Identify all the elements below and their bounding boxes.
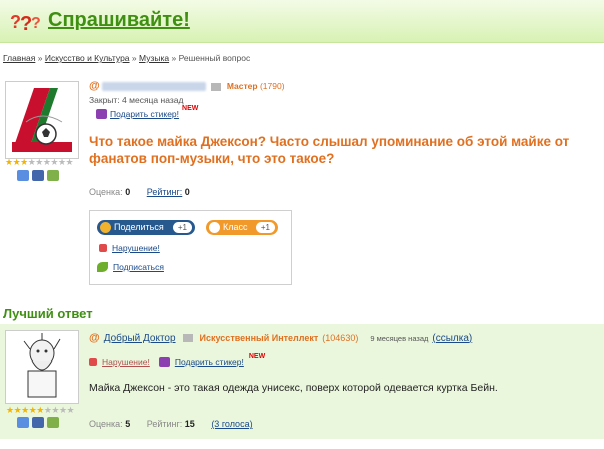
question-author-avatar[interactable] — [5, 81, 79, 159]
question-author-name[interactable] — [102, 82, 207, 92]
question-closed-time: Закрыт: 4 месяца назад — [89, 95, 184, 105]
question-author-line: @ Мастер (1790) — [89, 80, 285, 92]
share-count: +1 — [172, 222, 192, 233]
camera-icon[interactable] — [32, 417, 44, 428]
camera-icon[interactable] — [32, 170, 44, 181]
answer-date: 9 месяцев назад — [370, 333, 429, 343]
breadcrumb-home[interactable]: Главная — [3, 53, 35, 63]
svg-text:?: ? — [31, 15, 41, 32]
best-answer-text: Майка Джексон - это такая одежда унисекс… — [89, 382, 498, 394]
question-marks-icon[interactable]: ? ? ? — [10, 8, 42, 34]
answer-author-stars: ★★★★★★★★★ — [6, 405, 75, 415]
users-icon[interactable] — [17, 417, 29, 428]
answer-score: Оценка: 5 Рейтинг: 15 (3 голоса) — [89, 419, 253, 429]
video-icon[interactable] — [47, 417, 59, 428]
share-button[interactable]: Поделиться +1 — [97, 220, 195, 235]
site-header: ? ? ? Спрашивайте! — [0, 0, 604, 43]
breadcrumb: Главная » Искусство и Культура » Музыка … — [3, 53, 251, 63]
share-box: Поделиться +1 Класс +1 Нарушение! Подпис… — [89, 210, 292, 285]
answer-violation-link[interactable]: Нарушение! — [102, 357, 150, 367]
class-count: +1 — [255, 222, 275, 233]
answer-actions: Нарушение! Подарить стикер! NEW — [89, 353, 265, 367]
answer-author-line: @ Добрый Доктор Искусственный Интеллект … — [89, 332, 472, 344]
odnoklassniki-icon — [209, 222, 220, 233]
question-score: Оценка: 0 Рейтинг: 0 — [89, 187, 190, 197]
answer-author-rank: Искусственный Интеллект — [199, 333, 319, 343]
answer-author-badges — [17, 417, 59, 428]
subscribe-link[interactable]: Подписаться — [97, 262, 164, 272]
votes-link[interactable]: (3 голоса) — [211, 419, 252, 429]
gift-icon — [158, 357, 170, 367]
new-badge: NEW — [248, 352, 266, 360]
gift-sticker-link[interactable]: Подарить стикер! NEW — [96, 105, 198, 119]
answer-author-points: (104630) — [322, 333, 359, 343]
report-violation-link[interactable]: Нарушение! — [99, 243, 160, 253]
at-icon: @ — [89, 80, 100, 92]
warning-icon — [99, 244, 107, 252]
best-answer-title: Лучший ответ — [3, 306, 93, 321]
class-button[interactable]: Класс +1 — [206, 220, 278, 235]
site-logo-link[interactable]: Спрашивайте! — [48, 9, 190, 32]
subscribe-icon — [97, 262, 108, 272]
at-icon: @ — [89, 332, 100, 344]
question-title: Что такое майка Джексон? Часто слышал уп… — [89, 134, 570, 166]
answer-permalink[interactable]: (ссылка) — [432, 333, 472, 344]
new-badge: NEW — [182, 104, 199, 112]
question-author-stars: ★★★★★★★★★ — [5, 157, 74, 167]
mail-ru-icon — [100, 222, 111, 233]
mail-icon[interactable] — [182, 334, 193, 342]
breadcrumb-current: Решенный вопрос — [178, 53, 251, 63]
question-author-points: (1790) — [259, 81, 285, 91]
gift-icon — [96, 109, 107, 119]
mail-icon[interactable] — [211, 82, 222, 91]
breadcrumb-art-culture[interactable]: Искусство и Культура — [45, 53, 130, 63]
question-author-badges — [17, 170, 59, 181]
warning-icon — [89, 358, 97, 366]
answer-author-name[interactable]: Добрый Доктор — [104, 333, 176, 344]
answer-gift-link[interactable]: Подарить стикер! — [175, 357, 244, 367]
breadcrumb-music[interactable]: Музыка — [139, 53, 169, 63]
users-icon[interactable] — [17, 170, 29, 181]
rating-link[interactable]: Рейтинг: — [147, 187, 183, 197]
video-icon[interactable] — [47, 170, 59, 181]
answer-author-avatar[interactable] — [5, 330, 79, 404]
question-author-rank: Мастер — [226, 81, 258, 91]
